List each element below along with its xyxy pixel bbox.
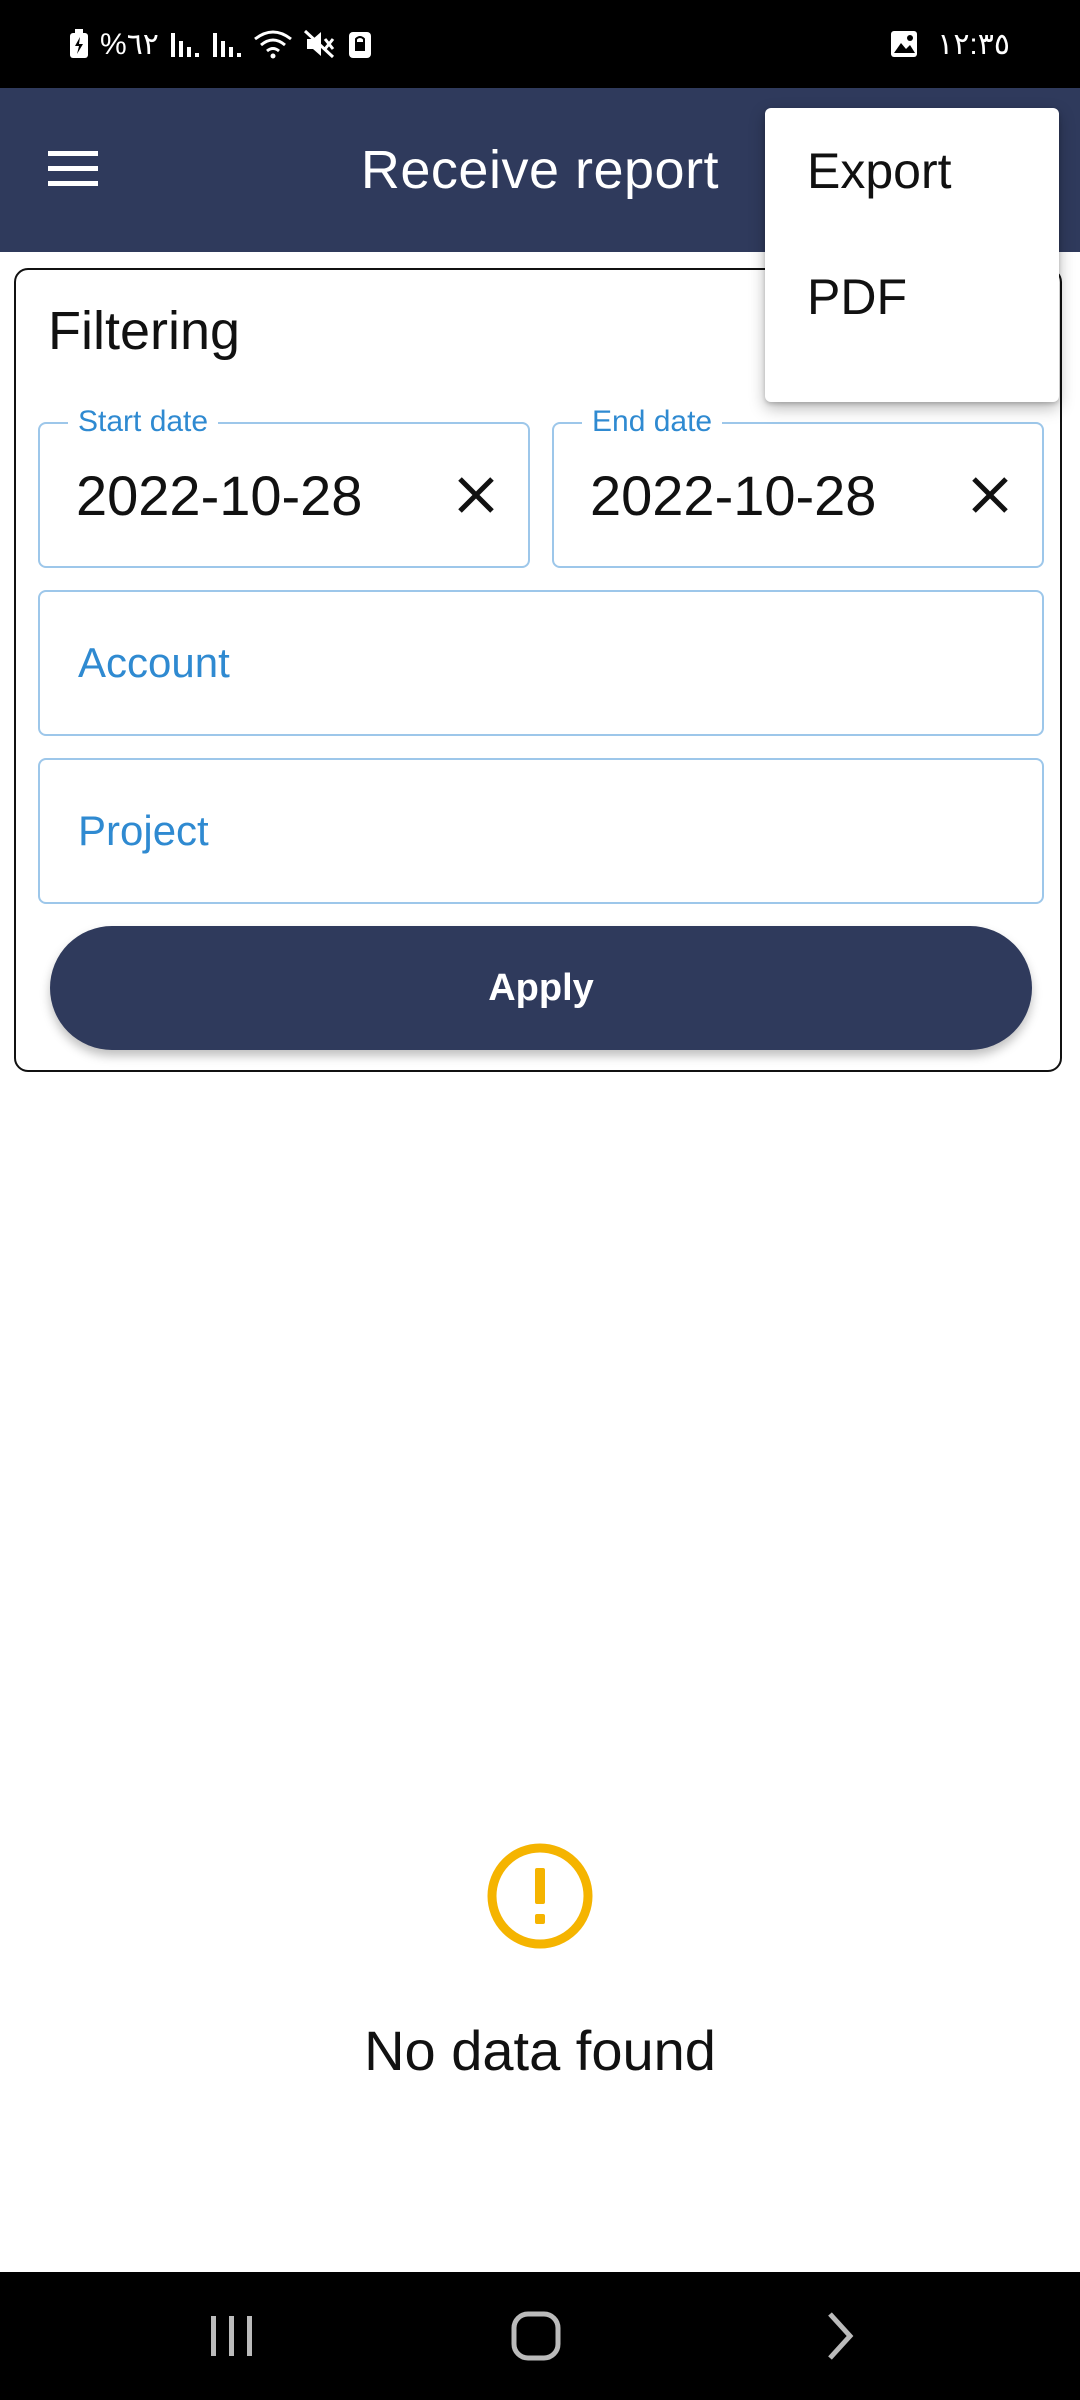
popup-menu: Export PDF <box>765 108 1059 402</box>
battery-saver-icon <box>68 28 90 60</box>
recents-button[interactable] <box>152 2272 312 2400</box>
filter-title: Filtering <box>48 301 241 361</box>
end-date-value: 2022-10-28 <box>590 463 877 527</box>
lock-app-icon <box>347 28 373 60</box>
apply-button[interactable]: Apply <box>50 926 1032 1050</box>
account-placeholder: Account <box>78 639 230 686</box>
close-icon <box>458 477 494 513</box>
close-icon <box>972 477 1008 513</box>
home-button[interactable] <box>456 2272 616 2400</box>
status-bar: %٦٢ ١٢:٣٥ <box>0 0 1080 88</box>
back-icon <box>828 2312 854 2360</box>
project-placeholder: Project <box>78 807 209 854</box>
clear-start-date-button[interactable] <box>448 467 504 523</box>
status-left: %٦٢ <box>68 0 373 88</box>
warning-circle-icon <box>487 1843 593 1949</box>
start-date-field[interactable]: Start date 2022-10-28 <box>38 404 530 568</box>
end-date-field[interactable]: End date 2022-10-28 <box>552 404 1044 568</box>
home-icon <box>511 2311 561 2361</box>
menu-item-pdf[interactable]: PDF <box>765 234 1059 360</box>
clear-end-date-button[interactable] <box>962 467 1018 523</box>
status-right: ١٢:٣٥ <box>889 0 1010 88</box>
battery-percent: %٦٢ <box>100 27 159 61</box>
account-field[interactable]: Account <box>38 590 1044 736</box>
project-field[interactable]: Project <box>38 758 1044 904</box>
back-button[interactable] <box>760 2272 920 2400</box>
signal-icon-2 <box>211 29 243 59</box>
navigation-bar <box>0 2272 1080 2400</box>
mute-icon <box>303 29 337 59</box>
gallery-icon <box>889 29 919 59</box>
empty-state-message: No data found <box>364 2019 716 2082</box>
menu-item-export[interactable]: Export <box>765 108 1059 234</box>
start-date-value: 2022-10-28 <box>76 463 363 527</box>
signal-icon <box>169 29 201 59</box>
wifi-icon <box>253 29 293 59</box>
recents-icon <box>211 2316 252 2356</box>
clock: ١٢:٣٥ <box>937 27 1010 61</box>
